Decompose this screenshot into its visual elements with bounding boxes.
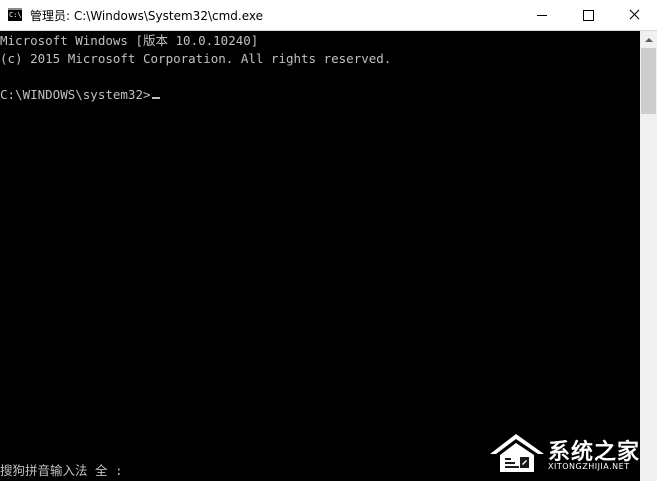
- console-line-copyright: (c) 2015 Microsoft Corporation. All righ…: [0, 51, 392, 66]
- cmd-icon[interactable]: C:\: [8, 8, 22, 21]
- window-title: 管理员: C:\Windows\System32\cmd.exe: [30, 9, 263, 23]
- ime-status-bar[interactable]: 搜狗拼音输入法 全 :: [0, 463, 123, 479]
- maximize-icon: [582, 9, 594, 21]
- close-icon: [628, 9, 640, 21]
- minimize-icon: [537, 14, 547, 16]
- watermark-subtext: XITONGZHIJIA.NET: [548, 462, 630, 471]
- console-line-version: Microsoft Windows [版本 10.0.10240]: [0, 33, 259, 48]
- watermark: 系统之家 XITONGZHIJIA.NET: [486, 430, 657, 475]
- scroll-up-button[interactable]: [640, 31, 657, 48]
- arrow-up-icon: [644, 37, 653, 42]
- scroll-thumb[interactable]: [641, 48, 656, 114]
- console-output[interactable]: Microsoft Windows [版本 10.0.10240] (c) 20…: [0, 31, 640, 481]
- text-cursor: [151, 97, 160, 99]
- vertical-scrollbar[interactable]: [640, 31, 657, 481]
- console-prompt-line[interactable]: C:\WINDOWS\system32>: [0, 87, 160, 103]
- close-button[interactable]: [611, 0, 657, 30]
- house-logo-icon: [490, 434, 544, 472]
- title-bar[interactable]: C:\ 管理员: C:\Windows\System32\cmd.exe: [0, 0, 657, 31]
- maximize-button[interactable]: [565, 0, 611, 30]
- console-prompt: C:\WINDOWS\system32>: [0, 87, 151, 102]
- minimize-button[interactable]: [519, 0, 565, 30]
